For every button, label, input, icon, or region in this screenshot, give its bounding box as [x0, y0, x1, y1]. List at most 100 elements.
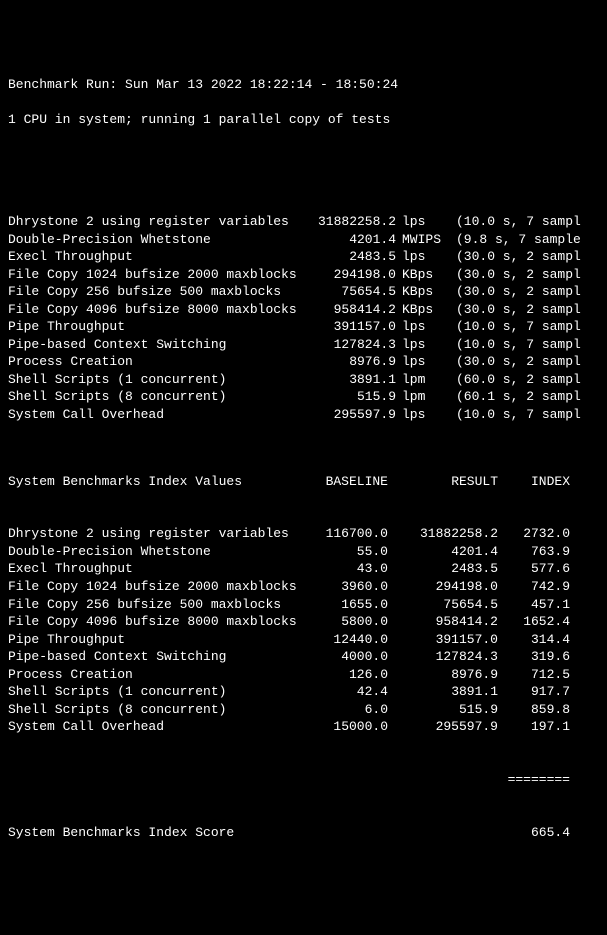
- blank-line: [8, 164, 599, 178]
- test-unit: lps: [396, 318, 444, 336]
- test-time: (30.0 s, 2 sampl: [444, 353, 581, 371]
- index-row: Shell Scripts (8 concurrent)6.0515.9859.…: [8, 701, 599, 719]
- test-value: 127824.3: [308, 336, 396, 354]
- test-name: Execl Throughput: [8, 248, 308, 266]
- separator-row: ========: [8, 771, 599, 789]
- index-index: 457.1: [498, 596, 570, 614]
- index-name: File Copy 256 bufsize 500 maxblocks: [8, 596, 308, 614]
- test-unit: lps: [396, 248, 444, 266]
- test-time: (30.0 s, 2 sampl: [444, 266, 581, 284]
- test-unit: lps: [396, 213, 444, 231]
- result-row: System Call Overhead295597.9lps(10.0 s, …: [8, 406, 599, 424]
- test-value: 391157.0: [308, 318, 396, 336]
- test-name: Shell Scripts (1 concurrent): [8, 371, 308, 389]
- index-row: Pipe-based Context Switching4000.0127824…: [8, 648, 599, 666]
- index-header-baseline: BASELINE: [308, 473, 388, 491]
- test-name: Shell Scripts (8 concurrent): [8, 388, 308, 406]
- test-time: (60.0 s, 2 sampl: [444, 371, 581, 389]
- index-name: Execl Throughput: [8, 560, 308, 578]
- result-row: Pipe Throughput391157.0lps(10.0 s, 7 sam…: [8, 318, 599, 336]
- result-row: Shell Scripts (1 concurrent)3891.1lpm(60…: [8, 371, 599, 389]
- index-baseline: 1655.0: [308, 596, 388, 614]
- index-index: 197.1: [498, 718, 570, 736]
- result-row: Shell Scripts (8 concurrent)515.9lpm(60.…: [8, 388, 599, 406]
- index-result: 391157.0: [388, 631, 498, 649]
- index-index: 2732.0: [498, 525, 570, 543]
- test-time: (10.0 s, 7 sampl: [444, 318, 581, 336]
- test-value: 3891.1: [308, 371, 396, 389]
- test-name: Process Creation: [8, 353, 308, 371]
- index-row: Double-Precision Whetstone55.04201.4763.…: [8, 543, 599, 561]
- index-name: File Copy 4096 bufsize 8000 maxblocks: [8, 613, 308, 631]
- index-row: File Copy 4096 bufsize 8000 maxblocks580…: [8, 613, 599, 631]
- test-unit: KBps: [396, 266, 444, 284]
- test-name: Double-Precision Whetstone: [8, 231, 308, 249]
- test-unit: lps: [396, 353, 444, 371]
- result-row: Dhrystone 2 using register variables3188…: [8, 213, 599, 231]
- footer-value: 665.4: [498, 824, 570, 842]
- index-result: 515.9: [388, 701, 498, 719]
- index-index: 859.8: [498, 701, 570, 719]
- test-value: 2483.5: [308, 248, 396, 266]
- index-name: Dhrystone 2 using register variables: [8, 525, 308, 543]
- index-index: 763.9: [498, 543, 570, 561]
- test-name: Pipe Throughput: [8, 318, 308, 336]
- index-baseline: 55.0: [308, 543, 388, 561]
- test-time: (10.0 s, 7 sampl: [444, 213, 581, 231]
- index-name: Shell Scripts (1 concurrent): [8, 683, 308, 701]
- result-row: Execl Throughput2483.5lps(30.0 s, 2 samp…: [8, 248, 599, 266]
- index-result: 4201.4: [388, 543, 498, 561]
- separator: ========: [8, 771, 570, 789]
- index-result: 295597.9: [388, 718, 498, 736]
- index-row: Process Creation126.08976.9712.5: [8, 666, 599, 684]
- test-unit: lpm: [396, 388, 444, 406]
- test-time: (30.0 s, 2 sampl: [444, 283, 581, 301]
- index-name: Shell Scripts (8 concurrent): [8, 701, 308, 719]
- index-index: 712.5: [498, 666, 570, 684]
- index-row: File Copy 1024 bufsize 2000 maxblocks396…: [8, 578, 599, 596]
- test-value: 295597.9: [308, 406, 396, 424]
- index-row: File Copy 256 bufsize 500 maxblocks1655.…: [8, 596, 599, 614]
- test-name: System Call Overhead: [8, 406, 308, 424]
- footer-row: System Benchmarks Index Score665.4: [8, 824, 599, 842]
- index-name: System Call Overhead: [8, 718, 308, 736]
- index-header-row: System Benchmarks Index ValuesBASELINERE…: [8, 473, 599, 491]
- index-baseline: 12440.0: [308, 631, 388, 649]
- result-row: File Copy 1024 bufsize 2000 maxblocks294…: [8, 266, 599, 284]
- test-name: Dhrystone 2 using register variables: [8, 213, 308, 231]
- index-header-index: INDEX: [498, 473, 570, 491]
- index-name: Pipe-based Context Switching: [8, 648, 308, 666]
- index-result: 2483.5: [388, 560, 498, 578]
- index-baseline: 126.0: [308, 666, 388, 684]
- index-result: 3891.1: [388, 683, 498, 701]
- index-result: 958414.2: [388, 613, 498, 631]
- test-unit: MWIPS: [396, 231, 444, 249]
- index-row: Execl Throughput43.02483.5577.6: [8, 560, 599, 578]
- test-time: (30.0 s, 2 sampl: [444, 301, 581, 319]
- test-value: 958414.2: [308, 301, 396, 319]
- index-index: 319.6: [498, 648, 570, 666]
- test-value: 75654.5: [308, 283, 396, 301]
- index-header-result: RESULT: [388, 473, 498, 491]
- index-section: Dhrystone 2 using register variables1167…: [8, 525, 599, 736]
- index-result: 31882258.2: [388, 525, 498, 543]
- test-unit: lpm: [396, 371, 444, 389]
- index-name: Process Creation: [8, 666, 308, 684]
- result-row: Pipe-based Context Switching127824.3lps(…: [8, 336, 599, 354]
- test-value: 8976.9: [308, 353, 396, 371]
- index-baseline: 15000.0: [308, 718, 388, 736]
- index-row: System Call Overhead15000.0295597.9197.1: [8, 718, 599, 736]
- index-name: Double-Precision Whetstone: [8, 543, 308, 561]
- test-time: (9.8 s, 7 sample: [444, 231, 581, 249]
- index-baseline: 4000.0: [308, 648, 388, 666]
- test-value: 4201.4: [308, 231, 396, 249]
- index-index: 917.7: [498, 683, 570, 701]
- header-run-line: Benchmark Run: Sun Mar 13 2022 18:22:14 …: [8, 76, 599, 94]
- index-row: Pipe Throughput12440.0391157.0314.4: [8, 631, 599, 649]
- test-value: 31882258.2: [308, 213, 396, 231]
- index-index: 577.6: [498, 560, 570, 578]
- result-row: Process Creation8976.9lps(30.0 s, 2 samp…: [8, 353, 599, 371]
- index-baseline: 6.0: [308, 701, 388, 719]
- test-name: File Copy 1024 bufsize 2000 maxblocks: [8, 266, 308, 284]
- test-name: Pipe-based Context Switching: [8, 336, 308, 354]
